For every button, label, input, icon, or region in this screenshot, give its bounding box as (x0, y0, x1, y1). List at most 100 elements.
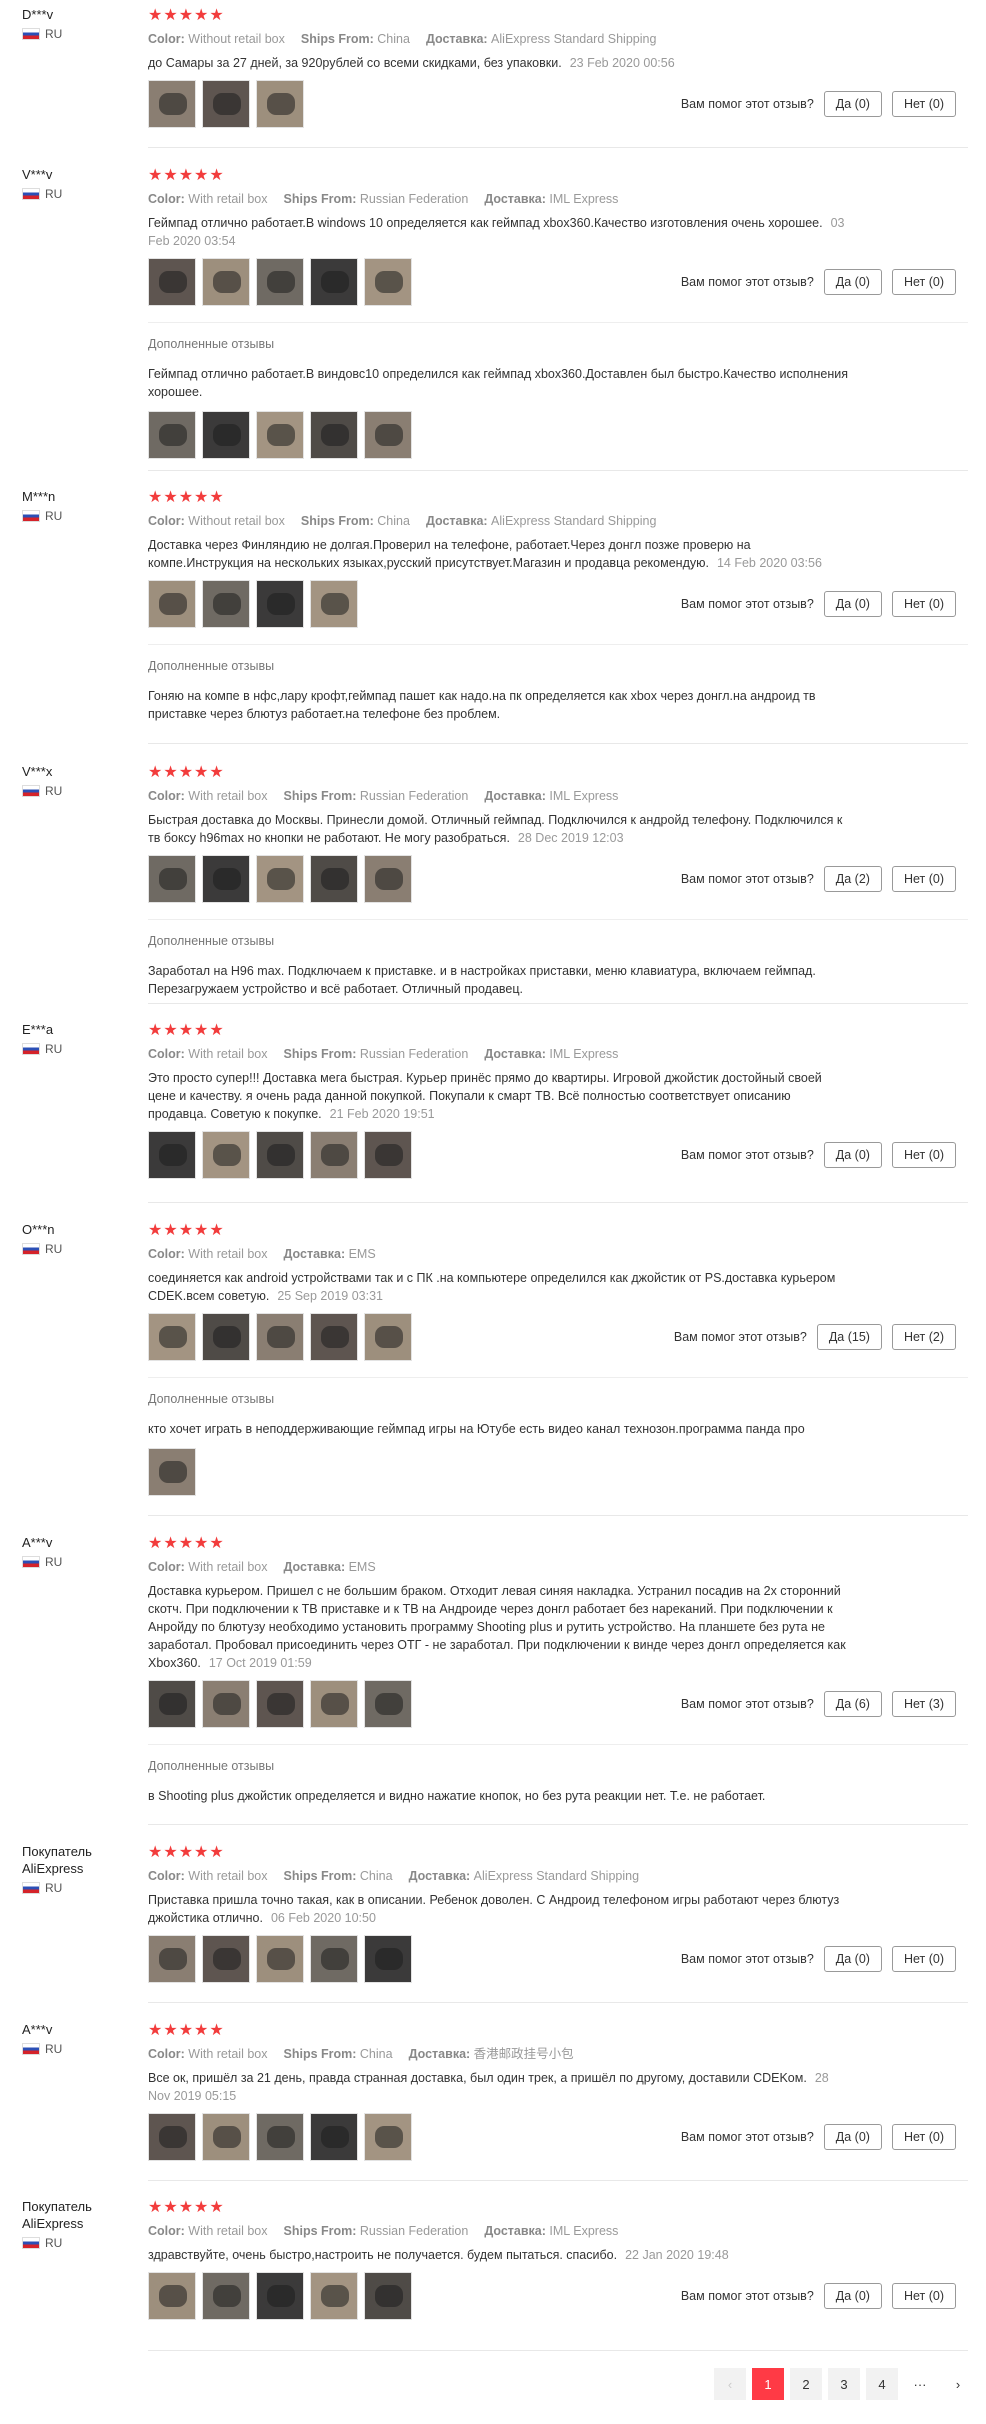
review-photo-thumb[interactable] (202, 2113, 250, 2161)
helpful-yes-button[interactable]: Да (0) (823, 91, 882, 117)
review-photo-thumb[interactable] (148, 580, 196, 628)
reviewer-name: V***x (22, 764, 53, 779)
review-photo-thumb[interactable] (310, 2272, 358, 2320)
review-photo-thumb[interactable] (148, 1935, 196, 1983)
review-photo-thumb[interactable] (202, 411, 250, 459)
attr-color: Color: Without retail box (148, 32, 285, 46)
review-photo-thumb[interactable] (256, 80, 304, 128)
review-photo-thumb[interactable] (256, 1131, 304, 1179)
review-photo-thumb[interactable] (202, 1680, 250, 1728)
helpful-no-button[interactable]: Нет (0) (891, 91, 956, 117)
helpful-no-button[interactable]: Нет (0) (891, 2124, 956, 2150)
review-photo-thumb[interactable] (256, 2113, 304, 2161)
helpful-yes-button[interactable]: Да (6) (823, 1691, 882, 1717)
review-date: 21 Feb 2020 19:51 (329, 1107, 435, 1121)
helpful-label: Вам помог этот отзыв? (680, 872, 814, 886)
review-photo-thumb[interactable] (202, 80, 250, 128)
review-photo-thumb[interactable] (364, 1680, 412, 1728)
helpful-no-button[interactable]: Нет (0) (891, 1946, 956, 1972)
review-photo-thumb[interactable] (256, 1935, 304, 1983)
review-attributes: Color: With retail box Ships From: Russia… (148, 787, 968, 805)
review-photo-thumb[interactable] (364, 855, 412, 903)
helpful-yes-button[interactable]: Да (0) (823, 591, 882, 617)
review-photo-thumb[interactable] (202, 580, 250, 628)
review-photo-thumb[interactable] (148, 855, 196, 903)
review-photo-thumb[interactable] (310, 1935, 358, 1983)
review-photo-thumb[interactable] (310, 1680, 358, 1728)
review-photo-thumb[interactable] (148, 1313, 196, 1361)
attr-color: Color: With retail box (148, 789, 268, 803)
helpful-no-button[interactable]: Нет (0) (891, 2283, 956, 2309)
review-photo-thumb[interactable] (256, 1680, 304, 1728)
helpful-yes-button[interactable]: Да (0) (823, 2283, 882, 2309)
review-photo-thumb[interactable] (148, 1131, 196, 1179)
review-photo-thumb[interactable] (364, 2113, 412, 2161)
reviewer-country: RU (22, 27, 122, 41)
review-photo-thumb[interactable] (148, 411, 196, 459)
attr-label: Ships From: (283, 192, 357, 206)
helpful-yes-button[interactable]: Да (0) (823, 269, 882, 295)
review-photo-thumb[interactable] (364, 1935, 412, 1983)
review-photo-thumb[interactable] (256, 2272, 304, 2320)
page-4-button[interactable]: 4 (866, 2368, 898, 2400)
review-photo-thumb[interactable] (310, 258, 358, 306)
helpful-label: Вам помог этот отзыв? (680, 2289, 814, 2303)
review-divider (148, 147, 968, 148)
review-photo-thumb[interactable] (148, 80, 196, 128)
review-photo-thumb[interactable] (256, 580, 304, 628)
helpful-no-button[interactable]: Нет (0) (891, 866, 956, 892)
attr-label: Ships From: (283, 1047, 357, 1061)
helpful-no-button[interactable]: Нет (0) (891, 591, 956, 617)
review-photo-thumb[interactable] (148, 1680, 196, 1728)
review-photo-thumb[interactable] (364, 411, 412, 459)
review-photo-thumb[interactable] (202, 1131, 250, 1179)
helpful-yes-button[interactable]: Да (15) (816, 1324, 882, 1350)
photos-and-helpful: Вам помог этот отзыв? Да (6) Нет (3) (148, 1680, 968, 1728)
review-photo-thumb[interactable] (148, 2272, 196, 2320)
review-photo-thumb[interactable] (364, 1131, 412, 1179)
attr-label: Доставка: (484, 1047, 546, 1061)
attr-value: With retail box (188, 1247, 268, 1261)
helpful-no-button[interactable]: Нет (0) (891, 269, 956, 295)
page-1-button[interactable]: 1 (752, 2368, 784, 2400)
review-photo-thumb[interactable] (256, 411, 304, 459)
review-photo-thumb[interactable] (148, 1448, 196, 1496)
review-photo-thumb[interactable] (364, 258, 412, 306)
helpful-no-button[interactable]: Нет (0) (891, 1142, 956, 1168)
helpful-yes-button[interactable]: Да (0) (823, 1142, 882, 1168)
next-page-button[interactable]: › (942, 2368, 974, 2400)
prev-page-button[interactable]: ‹ (714, 2368, 746, 2400)
review-photo-thumb[interactable] (310, 580, 358, 628)
pagination-ellipsis: ··· (913, 2376, 927, 2392)
helpful-no-button[interactable]: Нет (3) (891, 1691, 956, 1717)
helpful-yes-button[interactable]: Да (0) (823, 2124, 882, 2150)
review-photo-thumb[interactable] (148, 258, 196, 306)
review-photo-thumb[interactable] (310, 411, 358, 459)
review-photo-thumb[interactable] (148, 2113, 196, 2161)
review-photo-thumb[interactable] (256, 1313, 304, 1361)
review-photo-thumb[interactable] (256, 855, 304, 903)
review-photo-thumb[interactable] (202, 2272, 250, 2320)
helpful-yes-button[interactable]: Да (0) (823, 1946, 882, 1972)
review-photo-thumb[interactable] (310, 1313, 358, 1361)
attr-color: Color: With retail box (148, 1047, 268, 1061)
country-code: RU (45, 2236, 63, 2250)
review-body: Быстрая доставка до Москвы. Принесли дом… (148, 813, 843, 845)
review-photo-thumb[interactable] (202, 1313, 250, 1361)
helpful-no-button[interactable]: Нет (2) (891, 1324, 956, 1350)
review-photo-thumb[interactable] (310, 2113, 358, 2161)
page-2-button[interactable]: 2 (790, 2368, 822, 2400)
review-photo-thumb[interactable] (202, 855, 250, 903)
review-photo-thumb[interactable] (310, 1131, 358, 1179)
review-photo-thumb[interactable] (364, 1313, 412, 1361)
russia-flag-icon (22, 28, 40, 40)
review-photo-thumb[interactable] (202, 1935, 250, 1983)
additional-review: Дополненные отзывы Гоняю на компе в нфс,л… (148, 644, 968, 723)
review-photo-thumb[interactable] (310, 855, 358, 903)
helpful-yes-button[interactable]: Да (2) (823, 866, 882, 892)
review-photo-thumb[interactable] (202, 258, 250, 306)
review-photo-thumb[interactable] (256, 258, 304, 306)
review-photo-thumb[interactable] (364, 2272, 412, 2320)
page-3-button[interactable]: 3 (828, 2368, 860, 2400)
reviewer-country: RU (22, 1242, 122, 1256)
